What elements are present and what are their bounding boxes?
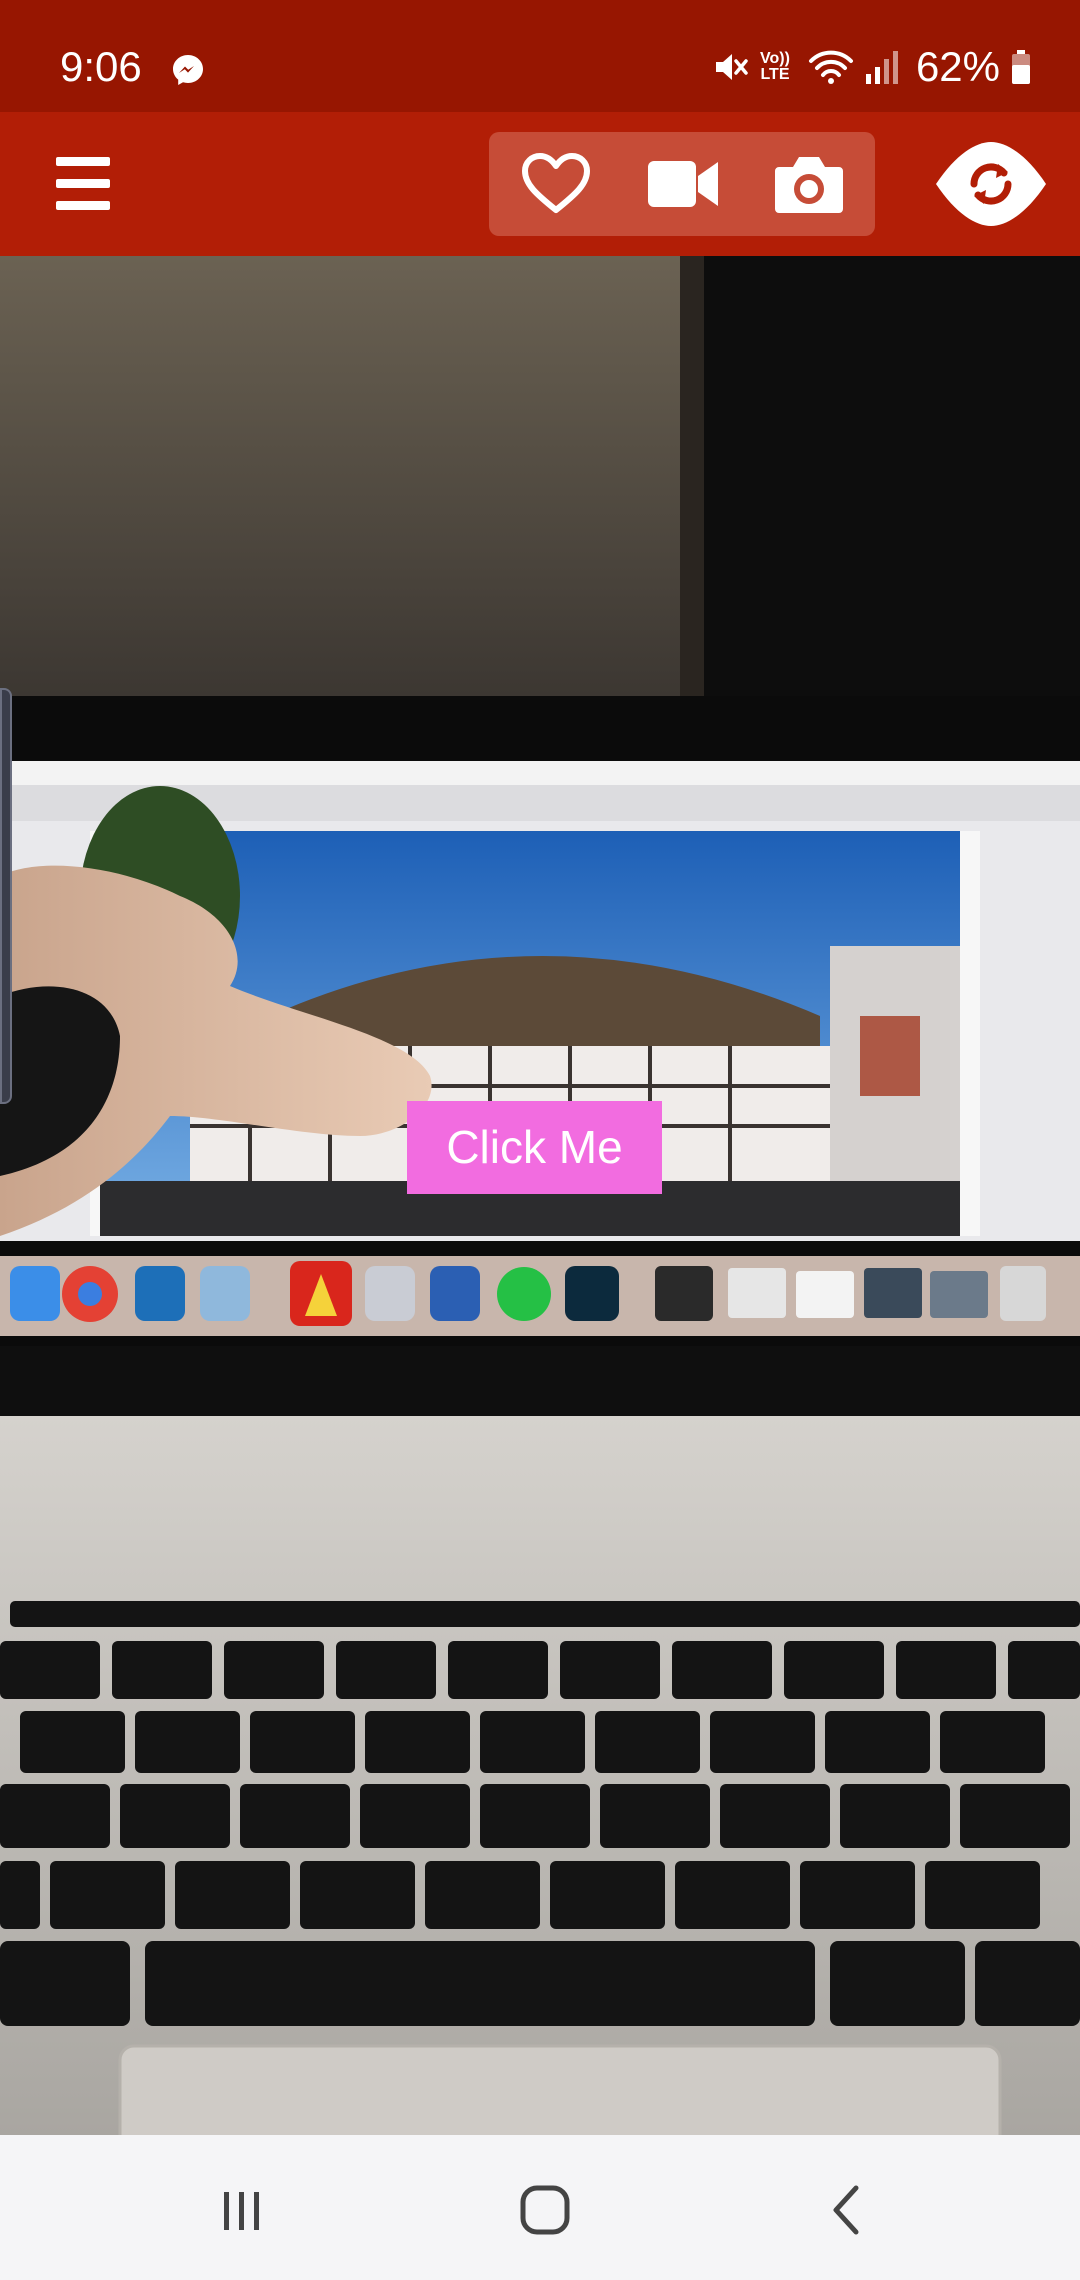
click-me-button[interactable]: Click Me [407, 1101, 662, 1194]
messenger-icon [173, 55, 203, 85]
mute-icon [716, 54, 748, 80]
back-icon [833, 2185, 859, 2235]
camera-icon [775, 157, 843, 213]
favorite-button[interactable] [496, 132, 616, 236]
volte-label-top: Vo)) [760, 50, 790, 67]
app-screen: 9:06 Vo)) LTE 62% Click Me [0, 0, 1080, 2280]
switch-camera-button[interactable] [932, 134, 1050, 234]
recent-apps-button[interactable] [197, 2165, 287, 2255]
signal-icon [865, 51, 898, 84]
menu-icon [56, 157, 110, 210]
status-time: 9:06 [60, 43, 142, 90]
volte-icon: Vo)) LTE [760, 51, 790, 83]
action-button-group [489, 132, 875, 236]
camera-view: Click Me [0, 256, 1080, 2135]
home-icon [520, 2185, 570, 2235]
camera-preview-image [0, 256, 1080, 2135]
record-video-button[interactable] [623, 132, 743, 236]
toolbar [0, 112, 1080, 256]
back-button[interactable] [803, 2165, 893, 2255]
heart-icon [522, 153, 590, 213]
navigation-bar [0, 2135, 1080, 2280]
battery-icon [1012, 50, 1030, 84]
status-icons: Vo)) LTE 62% [712, 40, 1032, 94]
take-photo-button[interactable] [749, 132, 869, 236]
side-panel-handle[interactable] [0, 688, 12, 1104]
wifi-icon [808, 50, 853, 84]
switch-camera-icon [936, 142, 1046, 226]
menu-button[interactable] [40, 146, 126, 222]
video-camera-icon [648, 161, 718, 207]
status-bar: 9:06 Vo)) LTE 62% [0, 0, 1080, 112]
recent-apps-icon [224, 2192, 259, 2230]
home-button[interactable] [500, 2165, 590, 2255]
volte-label-bottom: LTE [760, 66, 790, 83]
battery-percent: 62% [915, 43, 1000, 90]
